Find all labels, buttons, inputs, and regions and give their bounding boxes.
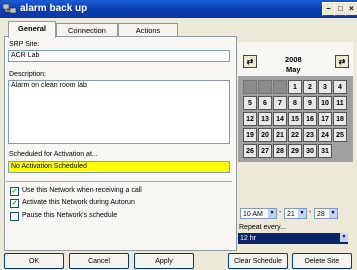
calendar-day[interactable]: 16 <box>303 112 317 126</box>
calendar-day[interactable]: 31 <box>318 144 332 158</box>
calendar-day[interactable]: 20 <box>258 128 272 142</box>
calendar-day[interactable]: 7 <box>273 96 287 110</box>
calendar-day[interactable]: 27 <box>258 144 272 158</box>
hour-select[interactable]: 10 AM ▼ <box>240 208 277 219</box>
calendar-day[interactable]: 22 <box>288 128 302 142</box>
calendar-day[interactable]: 5 <box>243 96 257 110</box>
calendar-day[interactable]: 3 <box>318 80 332 94</box>
calendar-day[interactable]: 26 <box>243 144 257 158</box>
right-arrow-icon: ⇄ <box>338 57 346 66</box>
time-separator: - <box>279 209 282 216</box>
calendar-day[interactable]: 30 <box>303 144 317 158</box>
prev-month-button[interactable]: ⇄ <box>243 55 257 68</box>
description-label: Description: <box>9 71 46 78</box>
repeat-value: 12 hr <box>240 235 256 242</box>
pause-schedule-checkbox[interactable] <box>10 212 19 221</box>
calendar-day[interactable]: 17 <box>318 112 332 126</box>
calendar-day[interactable]: 29 <box>288 144 302 158</box>
scheduled-label: Scheduled for Activation at... <box>9 151 98 158</box>
window-title: alarm back up <box>20 3 88 14</box>
scheduled-status-field: No Activation Scheduled <box>8 161 230 173</box>
maximize-icon: □ <box>338 4 343 13</box>
close-icon: × <box>349 4 354 13</box>
title-bar[interactable]: alarm back up – □ × <box>0 0 357 18</box>
calendar-blank-cell <box>243 80 257 94</box>
calendar-day[interactable]: 12 <box>243 112 257 126</box>
repeat-label: Repeat every... <box>239 224 286 231</box>
chevron-down-icon[interactable]: ▼ <box>329 209 337 218</box>
calendar-month: May <box>286 65 301 74</box>
calendar-day[interactable]: 28 <box>273 144 287 158</box>
tab-general[interactable]: General <box>8 21 56 38</box>
calendar-day[interactable]: 10 <box>318 96 332 110</box>
calendar-day[interactable]: 9 <box>303 96 317 110</box>
minimize-icon: – <box>326 4 331 13</box>
calendar-day[interactable]: 2 <box>303 80 317 94</box>
close-button[interactable]: × <box>345 2 357 16</box>
apply-button[interactable]: Apply <box>134 253 194 269</box>
calendar-day[interactable]: 13 <box>258 112 272 126</box>
minute-select[interactable]: 21 ▼ <box>284 208 307 219</box>
divider <box>6 181 232 182</box>
srp-site-input[interactable]: ACR Lab <box>8 50 230 62</box>
calendar-day[interactable]: 24 <box>318 128 332 142</box>
use-network-checkbox[interactable]: ✓ <box>10 187 19 196</box>
cancel-button[interactable]: Cancel <box>69 253 129 269</box>
next-month-button[interactable]: ⇄ <box>335 55 349 68</box>
calendar-blank-cell <box>273 80 287 94</box>
calendar-day[interactable]: 14 <box>273 112 287 126</box>
tab-actions[interactable]: Actions <box>118 23 178 37</box>
network-app-icon <box>3 3 16 14</box>
repeat-select[interactable]: 12 hr ▼ <box>238 233 348 244</box>
calendar-day[interactable]: 25 <box>333 128 347 142</box>
calendar-day[interactable]: 19 <box>243 128 257 142</box>
pause-schedule-label[interactable]: Pause this Network's schedule <box>22 212 117 219</box>
calendar-day[interactable]: 6 <box>258 96 272 110</box>
minute-value: 21 <box>287 211 295 218</box>
chevron-down-icon[interactable]: ▼ <box>298 209 306 218</box>
activate-autorun-label[interactable]: Activate this Network during Autorun <box>22 199 135 206</box>
srp-site-label: SRP Site: <box>9 41 40 48</box>
calendar-day[interactable]: 23 <box>303 128 317 142</box>
calendar-day[interactable]: 8 <box>288 96 302 110</box>
calendar-day[interactable]: 11 <box>333 96 347 110</box>
calendar-blank-cell <box>258 80 272 94</box>
dialog-window: alarm back up – □ × General Connection A… <box>0 0 357 269</box>
chevron-down-icon[interactable]: ▼ <box>268 209 276 218</box>
calendar-day-grid: 1 2 3 4 5 6 7 8 9 10 11 12 13 14 15 16 17 18 19 20 21 22 23 24 2… <box>243 79 347 159</box>
time-separator: - <box>309 209 312 216</box>
calendar-day[interactable]: 1 <box>288 80 302 94</box>
calendar-day[interactable]: 18 <box>333 112 347 126</box>
hour-value: 10 AM <box>243 211 263 218</box>
tab-connection[interactable]: Connection <box>56 23 118 37</box>
use-network-label[interactable]: Use this Network when receiving a call <box>22 187 142 194</box>
calendar-day[interactable]: 21 <box>273 128 287 142</box>
calendar-year: 2008 <box>285 55 302 64</box>
calendar-day[interactable]: 15 <box>288 112 302 126</box>
delete-site-button[interactable]: Delete Site <box>292 253 352 269</box>
second-value: 28 <box>317 211 325 218</box>
clear-schedule-button[interactable]: Clear Schedule <box>228 253 288 269</box>
ok-button[interactable]: OK <box>4 253 64 269</box>
calendar-day[interactable]: 4 <box>333 80 347 94</box>
description-textarea[interactable]: Alarm on clean room lab <box>8 80 230 144</box>
left-arrow-icon: ⇄ <box>246 57 254 66</box>
second-select[interactable]: 28 ▼ <box>314 208 338 219</box>
activate-autorun-checkbox[interactable]: ✓ <box>10 199 19 208</box>
chevron-down-icon[interactable]: ▼ <box>340 233 348 242</box>
